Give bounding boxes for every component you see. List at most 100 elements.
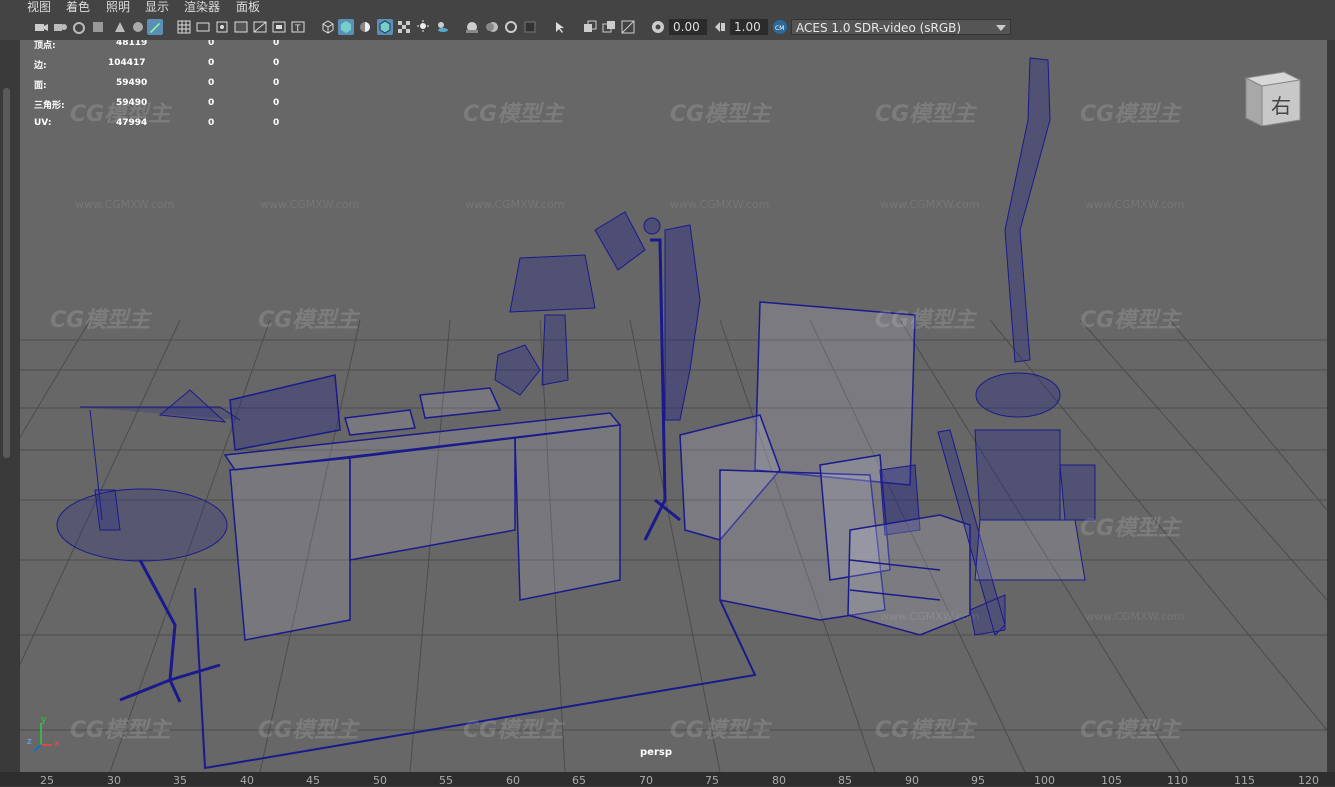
depth-of-field-icon[interactable] bbox=[522, 19, 538, 35]
timeline-tick: 45 bbox=[306, 774, 320, 787]
gamma-field[interactable]: 1.00 bbox=[730, 19, 768, 35]
watermark-url: www.CGMXW.com bbox=[1085, 610, 1185, 623]
textured-icon[interactable] bbox=[396, 19, 412, 35]
camera-attributes-icon[interactable] bbox=[52, 19, 68, 35]
hud-row-edges: 边: 104417 0 0 bbox=[34, 58, 280, 71]
pencil-icon[interactable] bbox=[147, 19, 163, 35]
grease-pencil-icon[interactable] bbox=[130, 19, 146, 35]
timeline-tick: 55 bbox=[439, 774, 453, 787]
menu-renderer[interactable]: 渲染器 bbox=[184, 0, 220, 14]
hud-row-triangles: 三角形: 59490 0 0 bbox=[34, 98, 280, 111]
timeline-tick: 120 bbox=[1298, 774, 1319, 787]
multisample-aa-icon[interactable] bbox=[503, 19, 519, 35]
bookmarks-icon[interactable] bbox=[71, 19, 87, 35]
watermark-logo: CG模型主 bbox=[50, 308, 151, 333]
watermark-logo: CG模型主 bbox=[1080, 718, 1181, 743]
xray-joints-icon[interactable] bbox=[601, 19, 617, 35]
viewport-persp[interactable]: CG模型主 CG模型主 CG模型主 CG模型主 CG模型主 CG模型主 CG模型… bbox=[20, 40, 1327, 772]
watermark-url: www.CGMXW.com bbox=[880, 198, 980, 211]
svg-text:CM: CM bbox=[775, 25, 784, 32]
exposure-icon[interactable] bbox=[650, 19, 666, 35]
timeline-tick: 70 bbox=[639, 774, 653, 787]
watermark-logo: CG模型主 bbox=[1080, 308, 1181, 333]
axis-label-z: z bbox=[27, 737, 32, 747]
timeline-tick: 50 bbox=[373, 774, 387, 787]
xray-icon[interactable] bbox=[582, 19, 598, 35]
select-camera-icon[interactable] bbox=[33, 19, 49, 35]
wireframe-icon[interactable] bbox=[320, 19, 336, 35]
stove-wire bbox=[974, 57, 1096, 581]
svg-text:T: T bbox=[294, 24, 301, 34]
time-slider[interactable]: 25 30 35 40 45 50 55 60 65 70 75 80 85 9… bbox=[0, 772, 1335, 787]
menu-shading[interactable]: 着色 bbox=[66, 0, 90, 14]
watermark-logo: CG模型主 bbox=[875, 102, 976, 127]
xray-components-icon[interactable] bbox=[620, 19, 636, 35]
timeline-tick: 110 bbox=[1167, 774, 1188, 787]
axis-label-x: x bbox=[54, 739, 60, 749]
right-strip bbox=[1327, 40, 1335, 772]
screen-space-ao-icon[interactable] bbox=[464, 19, 480, 35]
image-plane-icon[interactable] bbox=[90, 19, 106, 35]
gate-mask-icon[interactable] bbox=[233, 19, 249, 35]
menu-lighting[interactable]: 照明 bbox=[106, 0, 130, 14]
watermark-logo: CG模型主 bbox=[463, 718, 564, 743]
view-cube[interactable]: 右 bbox=[1244, 68, 1302, 127]
watermark-logo: CG模型主 bbox=[670, 102, 771, 127]
panel-toolbar: T 0.00 1.00 CM ACES 1.0 SDR-video (sRGB) bbox=[0, 14, 1335, 41]
grid-icon[interactable] bbox=[176, 19, 192, 35]
watermark-logo: CG模型主 bbox=[463, 102, 564, 127]
wireframe-on-shaded-icon[interactable] bbox=[377, 19, 393, 35]
timeline-tick: 75 bbox=[705, 774, 719, 787]
table-lamp-wire bbox=[494, 254, 596, 396]
menu-panels[interactable]: 面板 bbox=[236, 0, 260, 14]
scrollbar[interactable] bbox=[3, 88, 10, 458]
watermark-logo: CG模型主 bbox=[1080, 516, 1181, 541]
timeline-tick: 30 bbox=[107, 774, 121, 787]
film-gate-icon[interactable] bbox=[195, 19, 211, 35]
lights-icon[interactable] bbox=[415, 19, 431, 35]
default-material-icon[interactable] bbox=[357, 19, 373, 35]
safe-title-icon[interactable]: T bbox=[290, 19, 306, 35]
axis-label-y: y bbox=[41, 715, 47, 725]
color-management-icon[interactable]: CM bbox=[772, 19, 788, 35]
view-transform-value: ACES 1.0 SDR-video (sRGB) bbox=[796, 21, 962, 35]
watermark-logo: CG模型主 bbox=[258, 308, 359, 333]
field-chart-icon[interactable] bbox=[252, 19, 268, 35]
watermark-logo: CG模型主 bbox=[875, 308, 976, 333]
desk-wire bbox=[223, 374, 622, 641]
motion-blur-icon[interactable] bbox=[484, 19, 500, 35]
scene-svg bbox=[20, 57, 1327, 772]
timeline-tick: 95 bbox=[971, 774, 985, 787]
gamma-icon[interactable] bbox=[712, 19, 728, 35]
safe-action-icon[interactable] bbox=[271, 19, 287, 35]
isolate-select-icon[interactable] bbox=[552, 19, 568, 35]
smooth-shade-icon[interactable] bbox=[338, 19, 354, 35]
timeline-tick: 60 bbox=[506, 774, 520, 787]
hud-row-uvs: UV: 47994 0 0 bbox=[34, 118, 280, 128]
hud-row-faces: 面: 59490 0 0 bbox=[34, 78, 280, 91]
watermark-logo: CG模型主 bbox=[1080, 102, 1181, 127]
exposure-field[interactable]: 0.00 bbox=[669, 19, 707, 35]
watermark-url: www.CGMXW.com bbox=[1085, 198, 1185, 211]
watermark-logo: CG模型主 bbox=[258, 718, 359, 743]
axis-gizmo bbox=[33, 723, 52, 752]
menu-view[interactable]: 视图 bbox=[27, 0, 51, 14]
panel-menu-bar: 视图 着色 照明 显示 渲染器 面板 bbox=[0, 0, 1335, 14]
side-table-wire bbox=[56, 389, 241, 703]
chevron-down-icon bbox=[996, 25, 1006, 31]
shadows-icon[interactable] bbox=[434, 19, 450, 35]
timeline-tick: 85 bbox=[838, 774, 852, 787]
timeline-tick: 25 bbox=[40, 774, 54, 787]
timeline-tick: 100 bbox=[1034, 774, 1055, 787]
timeline-tick: 40 bbox=[240, 774, 254, 787]
hud-row-vertices: 顶点: 48119 0 0 bbox=[34, 40, 280, 51]
watermark-url: www.CGMXW.com bbox=[880, 610, 980, 623]
watermark-logo: CG模型主 bbox=[875, 718, 976, 743]
view-transform-dropdown[interactable]: ACES 1.0 SDR-video (sRGB) bbox=[791, 19, 1011, 35]
watermark-url: www.CGMXW.com bbox=[75, 198, 175, 211]
2d-pan-zoom-icon[interactable] bbox=[112, 19, 128, 35]
menu-show[interactable]: 显示 bbox=[145, 0, 169, 14]
timeline-tick: 105 bbox=[1101, 774, 1122, 787]
timeline-tick: 115 bbox=[1234, 774, 1255, 787]
resolution-gate-icon[interactable] bbox=[214, 19, 230, 35]
